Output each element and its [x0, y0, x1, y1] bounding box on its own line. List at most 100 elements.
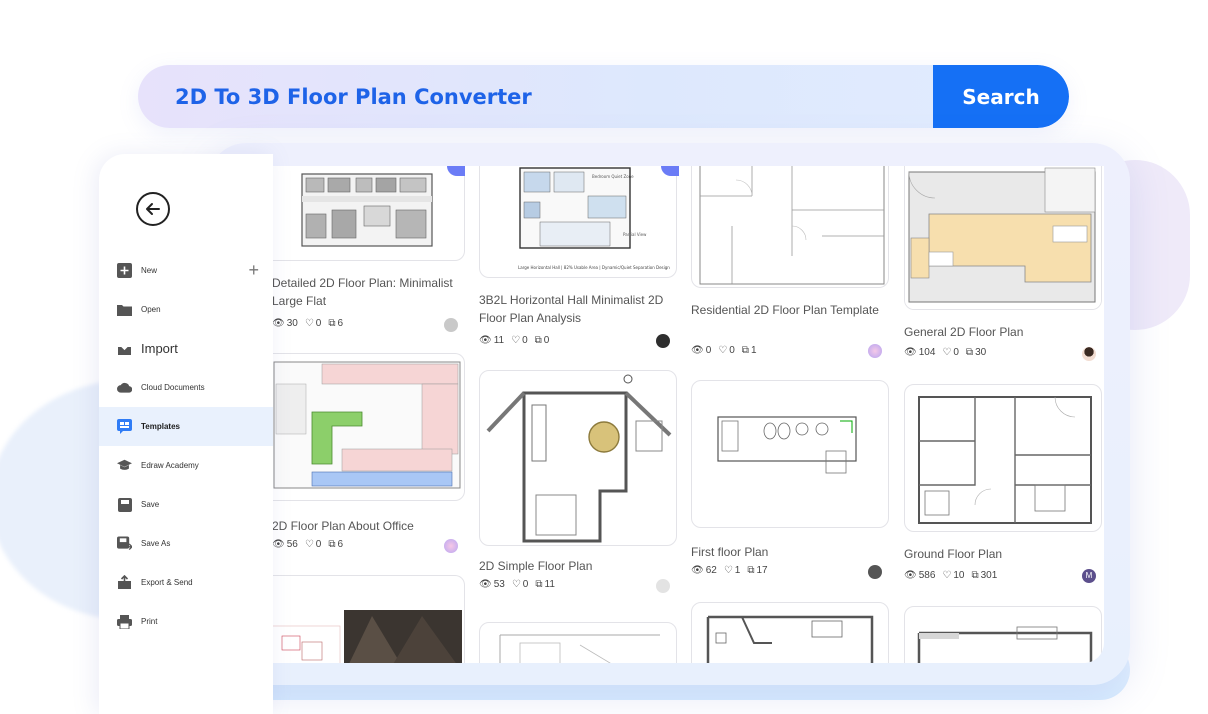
svg-text:Large Horizontal Hall | 82% Us: Large Horizontal Hall | 82% Usable Area …	[518, 265, 670, 270]
floor-plan-preview	[273, 361, 461, 489]
views-icon: 👁	[691, 345, 704, 356]
floor-plan-preview	[499, 634, 660, 663]
copies-icon: ⧉	[535, 579, 543, 590]
copies-count: 1	[750, 345, 757, 356]
views-icon: 👁	[904, 347, 917, 358]
sidebar-item-save[interactable]: Save	[99, 485, 273, 524]
author-avatar[interactable]	[656, 334, 670, 348]
template-title[interactable]: 3B2L Horizontal Hall Minimalist 2D Floor…	[479, 291, 669, 327]
template-title[interactable]: First floor Plan	[691, 543, 881, 561]
copies-icon: ⧉	[965, 347, 974, 358]
sidebar-item-new[interactable]: New +	[99, 251, 273, 290]
copies-icon: ⧉	[328, 318, 336, 329]
author-avatar[interactable]	[1082, 347, 1096, 361]
sidebar-item-label: Import	[141, 341, 178, 356]
sidebar-item-export-send[interactable]: Export & Send	[99, 563, 273, 602]
sidebar-item-label: Save As	[141, 539, 171, 548]
author-avatar[interactable]	[868, 344, 882, 358]
likes-count: 0	[315, 318, 322, 329]
search-input[interactable]	[138, 65, 933, 128]
likes-count: 0	[522, 335, 528, 346]
sidebar-item-edraw-academy[interactable]: Edraw Academy	[99, 446, 273, 485]
views-icon: 👁	[479, 579, 492, 590]
floor-plan-preview	[918, 396, 1092, 524]
sidebar-item-label: Cloud Documents	[141, 383, 205, 392]
template-title[interactable]: 2D Simple Floor Plan	[479, 557, 669, 575]
graduation-cap-icon	[117, 458, 132, 473]
template-thumbnail[interactable]	[479, 370, 677, 546]
template-thumbnail[interactable]	[691, 166, 889, 288]
add-new-icon[interactable]: +	[248, 261, 259, 279]
likes-icon: ♡	[511, 579, 521, 590]
back-button[interactable]	[136, 192, 170, 226]
template-title[interactable]: General 2D Floor Plan	[904, 323, 1094, 341]
views-icon: 👁	[904, 570, 917, 581]
sidebar-item-open[interactable]: Open	[99, 290, 273, 329]
template-title[interactable]: Residential 2D Floor Plan Template	[691, 301, 881, 319]
sidebar-item-cloud-documents[interactable]: Cloud Documents	[99, 368, 273, 407]
template-thumbnail[interactable]	[904, 606, 1102, 663]
sidebar-item-label: New	[141, 266, 158, 275]
template-stats: 👁 104 ♡ 0 ⧉ 30	[904, 347, 986, 358]
views-count: 53	[493, 579, 505, 590]
template-thumbnail[interactable]	[691, 380, 889, 528]
template-thumbnail[interactable]: Bedroom Quiet Zone Partial View Large Ho…	[479, 166, 677, 278]
sidebar-item-label: Save	[141, 500, 160, 509]
views-count: 11	[493, 335, 505, 346]
sidebar-item-label: Open	[141, 305, 161, 314]
author-avatar[interactable]: M	[1082, 569, 1096, 583]
templates-icon	[117, 419, 132, 434]
template-thumbnail[interactable]	[272, 353, 465, 501]
save-icon	[117, 497, 132, 512]
sidebar-menu: New + Open Import Cloud Documents Templa…	[99, 251, 273, 641]
author-avatar[interactable]	[444, 539, 458, 553]
template-thumbnail[interactable]	[904, 166, 1102, 310]
sidebar-item-label: Export & Send	[141, 578, 193, 587]
floor-plan-preview	[917, 626, 1093, 663]
cloud-icon	[117, 380, 132, 395]
template-thumbnail[interactable]	[691, 602, 889, 663]
template-title[interactable]: Detailed 2D Floor Plan: Minimalist Large…	[272, 274, 462, 310]
export-icon	[117, 575, 132, 590]
likes-count: 0	[729, 345, 735, 356]
likes-count: 0	[953, 347, 959, 358]
author-avatar[interactable]	[868, 565, 882, 579]
author-avatar[interactable]	[656, 579, 670, 593]
views-icon: 👁	[691, 565, 704, 576]
copies-icon: ⧉	[328, 539, 336, 550]
copies-count: 30	[975, 347, 987, 358]
template-stats: 👁 586 ♡ 10 ⧉ 301	[904, 570, 997, 581]
copies-count: 6	[337, 539, 344, 550]
copies-count: 6	[337, 318, 344, 329]
sidebar-item-templates[interactable]: Templates	[99, 407, 273, 446]
folder-icon	[117, 302, 132, 317]
sidebar-item-print[interactable]: Print	[99, 602, 273, 641]
template-title[interactable]: Ground Floor Plan	[904, 545, 1094, 563]
likes-icon: ♡	[942, 570, 952, 581]
sidebar-item-import[interactable]: Import	[99, 329, 273, 368]
search-bar: Search	[138, 65, 1069, 128]
arrow-left-icon	[146, 203, 160, 215]
views-count: 62	[705, 565, 717, 576]
likes-icon: ♡	[718, 345, 728, 356]
sidebar-item-save-as[interactable]: Save As	[99, 524, 273, 563]
views-icon: 👁	[479, 335, 492, 346]
views-count: 104	[918, 347, 936, 358]
copies-count: 11	[544, 579, 555, 590]
likes-icon: ♡	[723, 565, 733, 576]
views-count: 56	[286, 539, 298, 550]
template-thumbnail[interactable]	[904, 384, 1102, 532]
svg-text:Bedroom Quiet Zone: Bedroom Quiet Zone	[592, 174, 634, 179]
author-avatar[interactable]	[444, 318, 458, 332]
views-count: 586	[918, 570, 936, 581]
template-thumbnail[interactable]	[272, 166, 465, 261]
likes-icon: ♡	[304, 539, 314, 550]
search-button[interactable]: Search	[933, 65, 1069, 128]
save-as-icon	[117, 536, 132, 551]
template-title[interactable]: 2D Floor Plan About Office	[272, 517, 462, 535]
template-stats: 👁 53 ♡ 0 ⧉ 11	[479, 579, 555, 590]
template-thumbnail[interactable]	[272, 575, 465, 663]
copies-icon: ⧉	[747, 565, 755, 576]
template-thumbnail[interactable]	[479, 622, 677, 663]
copies-count: 301	[980, 570, 998, 581]
